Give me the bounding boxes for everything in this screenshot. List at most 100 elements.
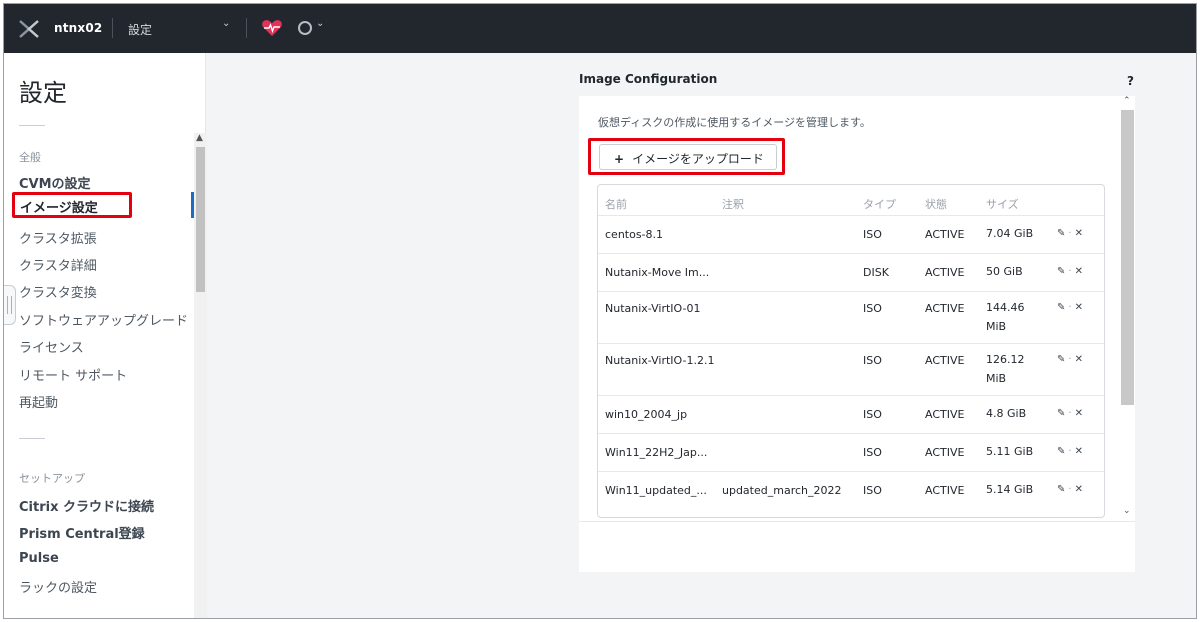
table-row[interactable]: win10_2004_jp ISO ACTIVE 4.8 GiB ✎ · ✕ (598, 395, 1104, 433)
image-configuration-card: 仮想ディスクの作成に使用するイメージを管理します。 + イメージをアップロード 名… (579, 96, 1135, 572)
delete-icon[interactable]: ✕ (1075, 354, 1083, 365)
table-row[interactable]: Nutanix-Move Im... DISK ACTIVE 50 GiB ✎ ·… (598, 253, 1104, 291)
sidebar-scrollbar-thumb[interactable] (196, 147, 205, 292)
edit-icon[interactable]: ✎ (1057, 266, 1065, 277)
image-name: Nutanix-VirtIO-01 (605, 302, 701, 315)
sidebar-item-remote-support[interactable]: リモート サポート (19, 365, 127, 384)
row-actions: ✎ · ✕ (1057, 302, 1083, 313)
scroll-up-icon[interactable]: ⌃ (1123, 96, 1131, 106)
image-name: Nutanix-Move Im... (605, 266, 710, 279)
sidebar-item-cluster-details[interactable]: クラスタ詳細 (19, 255, 97, 274)
nutanix-logo-icon[interactable] (18, 18, 40, 40)
sidebar-item-prism-central[interactable]: Prism Central登録 (19, 523, 145, 542)
panel-title: Image Configuration (579, 72, 718, 86)
topbar-divider (112, 18, 113, 38)
image-type: ISO (863, 446, 882, 459)
page-menu[interactable]: 設定 (128, 21, 152, 38)
card-footer-divider (579, 521, 1135, 522)
sidebar-divider (19, 125, 45, 126)
image-table: 名前 注釈 タイプ 状態 サイズ centos-8.1 ISO ACTIVE 7… (597, 184, 1105, 518)
sidebar-item-licensing[interactable]: ライセンス (19, 337, 84, 356)
plus-icon: + (614, 152, 625, 166)
upload-image-button[interactable]: + イメージをアップロード (599, 144, 777, 170)
column-header-state[interactable]: 状態 (925, 196, 947, 212)
sidebar-item-software-upgrade[interactable]: ソフトウェアアップグレード (19, 310, 188, 329)
delete-icon[interactable]: ✕ (1075, 446, 1083, 457)
sidebar-item-image-configuration[interactable]: イメージ設定 (12, 192, 132, 218)
edit-icon[interactable]: ✎ (1057, 408, 1065, 419)
edit-icon[interactable]: ✎ (1057, 302, 1065, 313)
row-actions: ✎ · ✕ (1057, 228, 1083, 239)
column-header-annotation[interactable]: 注釈 (722, 196, 744, 212)
scroll-up-icon[interactable]: ▲ (196, 133, 203, 143)
edit-icon[interactable]: ✎ (1057, 354, 1065, 365)
edit-icon[interactable]: ✎ (1057, 484, 1065, 495)
topbar-divider (246, 18, 247, 38)
alert-circle-icon[interactable] (298, 21, 312, 35)
sidebar-item-pulse[interactable]: Pulse (19, 551, 59, 566)
top-navigation-bar: ntnx02 設定 ⌄ ⌄ (4, 4, 1196, 53)
image-state: ACTIVE (925, 354, 965, 367)
edit-icon[interactable]: ✎ (1057, 446, 1065, 457)
row-actions: ✎ · ✕ (1057, 408, 1083, 419)
table-row[interactable]: Win11_22H2_Jap... ISO ACTIVE 5.11 GiB ✎ ·… (598, 433, 1104, 471)
image-type: DISK (863, 266, 889, 279)
card-scrollbar-thumb[interactable] (1121, 110, 1134, 405)
sidebar-item-cvm-settings[interactable]: CVMの設定 (19, 173, 91, 192)
sidebar-title: 設定 (19, 79, 67, 107)
grip-icon (7, 296, 12, 314)
image-size: 4.8 GiB (986, 407, 1027, 420)
chevron-down-icon[interactable]: ⌄ (316, 18, 324, 29)
sidebar-item-cluster-expand[interactable]: クラスタ拡張 (19, 228, 97, 247)
image-size: 144.46 MiB (986, 301, 1025, 333)
sidebar-collapse-handle[interactable] (4, 285, 16, 325)
edit-icon[interactable]: ✎ (1057, 228, 1065, 239)
delete-icon[interactable]: ✕ (1075, 266, 1083, 277)
chevron-down-icon[interactable]: ⌄ (222, 18, 230, 29)
sidebar-item-reboot[interactable]: 再起動 (19, 392, 58, 411)
cluster-name[interactable]: ntnx02 (54, 21, 102, 35)
main-content: Image Configuration ? 仮想ディスクの作成に使用するイメージ… (207, 53, 1196, 618)
scroll-down-icon[interactable]: ⌄ (1123, 506, 1131, 516)
image-name: Win11_updated_... (605, 484, 707, 497)
sidebar-item-citrix-cloud[interactable]: Citrix クラウドに接続 (19, 496, 154, 515)
delete-icon[interactable]: ✕ (1075, 484, 1083, 495)
action-separator: · (1068, 446, 1072, 457)
image-size: 126.12 MiB (986, 353, 1025, 385)
table-row[interactable]: Nutanix-VirtIO-01 ISO ACTIVE 144.46 MiB … (598, 291, 1104, 343)
image-name: win10_2004_jp (605, 408, 688, 421)
image-state: ACTIVE (925, 408, 965, 421)
health-heart-icon[interactable] (261, 19, 283, 37)
app-window: ntnx02 設定 ⌄ ⌄ 設定 全般 CVMの設定 イメージ設定 クラスタ拡張… (3, 3, 1197, 619)
sidebar-item-rack-settings[interactable]: ラックの設定 (19, 577, 97, 596)
sidebar-scrollbar[interactable]: ▲ (194, 133, 207, 618)
delete-icon[interactable]: ✕ (1075, 302, 1083, 313)
row-actions: ✎ · ✕ (1057, 446, 1083, 457)
column-header-size[interactable]: サイズ (986, 196, 1019, 212)
card-scrollbar[interactable]: ⌃ ⌄ (1120, 96, 1135, 521)
delete-icon[interactable]: ✕ (1075, 228, 1083, 239)
image-name: centos-8.1 (605, 228, 664, 241)
image-name: Win11_22H2_Jap... (605, 446, 708, 459)
image-type: ISO (863, 228, 882, 241)
delete-icon[interactable]: ✕ (1075, 408, 1083, 419)
image-state: ACTIVE (925, 302, 965, 315)
image-type: ISO (863, 484, 882, 497)
table-row[interactable]: Nutanix-VirtIO-1.2.1 ISO ACTIVE 126.12 M… (598, 343, 1104, 395)
image-state: ACTIVE (925, 266, 965, 279)
image-state: ACTIVE (925, 446, 965, 459)
image-state: ACTIVE (925, 484, 965, 497)
table-row[interactable]: Win11_updated_... updated_march_2022 ISO… (598, 471, 1104, 517)
help-icon[interactable]: ? (1127, 74, 1134, 88)
action-separator: · (1068, 484, 1072, 495)
action-separator: · (1068, 266, 1072, 277)
table-row[interactable]: centos-8.1 ISO ACTIVE 7.04 GiB ✎ · ✕ (598, 215, 1104, 253)
row-actions: ✎ · ✕ (1057, 484, 1083, 495)
image-annotation: updated_march_2022 (722, 484, 842, 497)
sidebar-item-cluster-convert[interactable]: クラスタ変換 (19, 282, 97, 301)
settings-sidebar: 設定 全般 CVMの設定 イメージ設定 クラスタ拡張 クラスタ詳細 クラスタ変換… (4, 53, 207, 618)
column-header-name[interactable]: 名前 (605, 196, 627, 212)
card-description: 仮想ディスクの作成に使用するイメージを管理します。 (598, 116, 871, 129)
image-size: 5.14 GiB (986, 483, 1034, 496)
column-header-type[interactable]: タイプ (863, 196, 896, 212)
